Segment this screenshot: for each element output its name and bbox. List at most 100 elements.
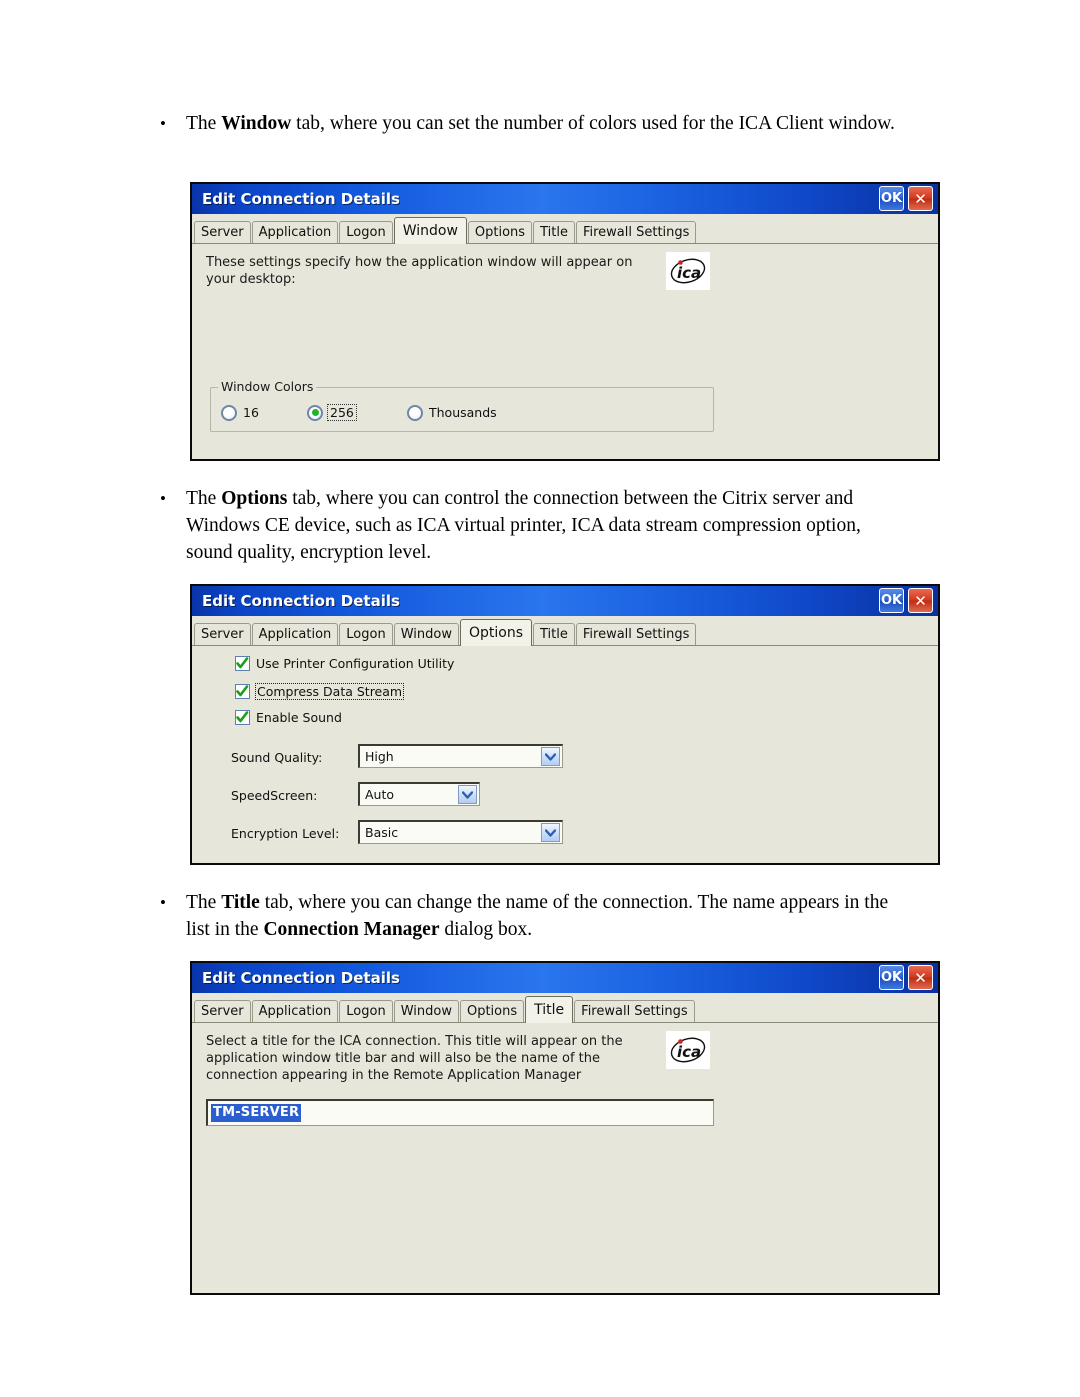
ica-logo-icon: ica: [666, 252, 710, 290]
dialog-titlebar: Edit Connection Details OK ✕: [192, 586, 938, 616]
ok-button[interactable]: OK: [879, 965, 904, 990]
tab-logon[interactable]: Logon: [339, 1000, 393, 1022]
encryption-level-dropdown[interactable]: Basic: [358, 820, 563, 844]
close-button[interactable]: ✕: [908, 965, 933, 990]
bullet-text-bold: Options: [221, 488, 288, 509]
speedscreen-value: Auto: [365, 787, 395, 802]
tab-application[interactable]: Application: [251, 221, 339, 243]
dialog-body: Use Printer Configuration Utility Compre…: [192, 646, 938, 863]
connection-title-input[interactable]: TM-SERVER: [206, 1099, 714, 1126]
tab-window[interactable]: Window: [393, 1000, 459, 1022]
svg-text:ica: ica: [677, 1043, 701, 1061]
bullet-text-bold: Window: [221, 113, 292, 134]
edit-connection-details-window-dialog[interactable]: Edit Connection Details OK ✕ Server Appl…: [190, 182, 940, 461]
connection-title-value: TM-SERVER: [211, 1104, 302, 1122]
bullet-paragraph-options: • The Options tab, where you can control…: [160, 485, 905, 566]
checkbox-label: Compress Data Stream: [255, 683, 405, 700]
tab-server[interactable]: Server: [194, 1000, 251, 1022]
ica-logo-svg: ica: [670, 1037, 706, 1063]
sound-quality-label: Sound Quality:: [231, 750, 323, 765]
dialog-title: Edit Connection Details: [202, 969, 400, 987]
encryption-level-value: Basic: [365, 825, 399, 840]
window-colors-label: Window Colors: [218, 379, 317, 394]
radio-16[interactable]: 16: [221, 404, 307, 421]
tab-title[interactable]: Title: [533, 221, 575, 243]
radio-circle-selected-icon: [307, 404, 323, 421]
tab-options[interactable]: Options: [467, 221, 533, 243]
tab-options[interactable]: Options: [459, 619, 532, 646]
tab-title[interactable]: Title: [525, 996, 574, 1023]
bullet-marker: •: [160, 114, 166, 133]
dialog-title: Edit Connection Details: [202, 592, 400, 610]
tab-application[interactable]: Application: [251, 1000, 339, 1022]
tab-firewall-settings[interactable]: Firewall Settings: [574, 1000, 695, 1022]
checkbox-checked-icon: [235, 710, 250, 725]
window-tab-description: These settings specify how the applicati…: [206, 255, 633, 287]
speedscreen-label: SpeedScreen:: [231, 788, 318, 803]
checkbox-label: Enable Sound: [256, 710, 342, 725]
dialog-body: Select a title for the ICA connection. T…: [192, 1023, 938, 1293]
checkbox-enable-sound[interactable]: Enable Sound: [235, 710, 342, 725]
chevron-down-icon[interactable]: [541, 823, 560, 842]
edit-connection-details-title-dialog[interactable]: Edit Connection Details OK ✕ Server Appl…: [190, 961, 940, 1295]
bullet-paragraph-title: • The Title tab, where you can change th…: [160, 889, 905, 943]
bullet-text-bold: Connection Manager: [263, 919, 440, 940]
bullet-marker: •: [160, 893, 166, 912]
tab-strip[interactable]: Server Application Logon Window Options …: [192, 616, 938, 646]
radio-thousands[interactable]: Thousands: [407, 404, 497, 421]
close-button[interactable]: ✕: [908, 186, 933, 211]
window-colors-radio-row: 16 256 Thousands: [221, 404, 707, 421]
checkbox-compress-data-stream[interactable]: Compress Data Stream: [235, 683, 405, 700]
close-button[interactable]: ✕: [908, 588, 933, 613]
ica-logo-svg: ica: [670, 258, 706, 284]
chevron-down-icon[interactable]: [541, 747, 560, 766]
ok-button[interactable]: OK: [879, 588, 904, 613]
bullet-marker: •: [160, 489, 166, 508]
tab-options[interactable]: Options: [459, 1000, 525, 1022]
bullet-paragraph-window: • The Window tab, where you can set the …: [160, 110, 905, 137]
bullet-text-part: dialog box.: [439, 919, 533, 940]
tab-firewall-settings[interactable]: Firewall Settings: [575, 221, 697, 243]
tab-logon[interactable]: Logon: [339, 221, 393, 243]
bullet-text-window: The Window tab, where you can set the nu…: [186, 110, 901, 137]
dialog-titlebar: Edit Connection Details OK ✕: [192, 963, 938, 993]
bullet-text-part: The: [186, 488, 222, 509]
bullet-text-bold: Title: [221, 892, 260, 913]
titlebar-buttons: OK ✕: [879, 965, 933, 990]
bullet-text-title: The Title tab, where you can change the …: [186, 889, 901, 943]
sound-quality-dropdown[interactable]: High: [358, 744, 563, 768]
bullet-text-part: tab, where you can control the connectio…: [186, 488, 861, 563]
dialog-body: These settings specify how the applicati…: [192, 244, 938, 459]
titlebar-buttons: OK ✕: [879, 186, 933, 211]
sound-quality-value: High: [365, 749, 394, 764]
tab-firewall-settings[interactable]: Firewall Settings: [575, 623, 697, 645]
dialog-title: Edit Connection Details: [202, 190, 400, 208]
bullet-text-part: The: [186, 113, 222, 134]
ok-button[interactable]: OK: [879, 186, 904, 211]
bullet-text-options: The Options tab, where you can control t…: [186, 485, 901, 566]
titlebar-buttons: OK ✕: [879, 588, 933, 613]
radio-circle-icon: [407, 404, 423, 421]
speedscreen-dropdown[interactable]: Auto: [358, 782, 480, 806]
checkbox-checked-icon: [235, 656, 250, 671]
chevron-down-icon[interactable]: [458, 785, 477, 804]
tab-strip[interactable]: Server Application Logon Window Options …: [192, 214, 938, 244]
radio-thousands-label: Thousands: [429, 405, 497, 420]
title-tab-description: Select a title for the ICA connection. T…: [206, 1034, 623, 1083]
tab-server[interactable]: Server: [194, 623, 251, 645]
tab-server[interactable]: Server: [194, 221, 251, 243]
radio-16-label: 16: [243, 405, 259, 420]
tab-strip[interactable]: Server Application Logon Window Options …: [192, 993, 938, 1023]
radio-256-label: 256: [327, 404, 357, 421]
checkbox-use-printer-configuration-utility[interactable]: Use Printer Configuration Utility: [235, 656, 454, 671]
ica-logo-icon: ica: [666, 1031, 710, 1069]
tab-window[interactable]: Window: [393, 217, 467, 244]
svg-text:ica: ica: [677, 264, 701, 282]
radio-256[interactable]: 256: [307, 404, 407, 421]
tab-window[interactable]: Window: [393, 623, 459, 645]
edit-connection-details-options-dialog[interactable]: Edit Connection Details OK ✕ Server Appl…: [190, 584, 940, 865]
window-colors-groupbox: Window Colors 16 256 Thousands: [210, 379, 714, 432]
tab-application[interactable]: Application: [251, 623, 339, 645]
tab-logon[interactable]: Logon: [339, 623, 393, 645]
tab-title[interactable]: Title: [533, 623, 575, 645]
